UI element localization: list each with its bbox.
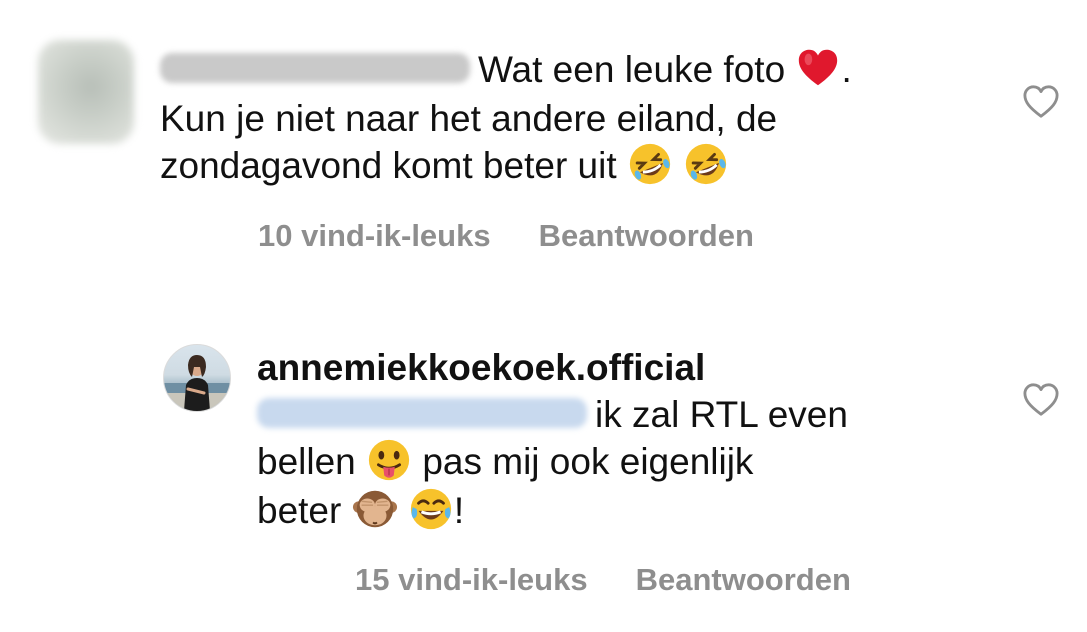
see-no-evil-monkey-emoji [352, 491, 397, 528]
comment-text: annemiekkoekoek.official ik zal RTL even… [257, 344, 977, 536]
tears-of-joy-emoji [410, 489, 452, 530]
comment-text-period: . [841, 49, 852, 90]
commenter-avatar[interactable] [38, 40, 134, 144]
heart-emoji [799, 50, 838, 86]
comment-text-line-1: Wat een leuke foto [478, 49, 786, 90]
username[interactable]: annemiekkoekoek.official [257, 347, 705, 388]
person-photo [164, 355, 230, 411]
comment-text-part-4: beter [257, 490, 342, 532]
comment-text-part-2: bellen [257, 441, 356, 482]
tongue-emoji [368, 440, 410, 481]
comment-meta: 10 vind-ik-leuks Beantwoorden [258, 218, 802, 254]
comment-text-line-2: Kun je niet naar het andere eiland, de [160, 98, 778, 140]
comment-text: Wat een leuke foto . Kun je niet naar he… [160, 46, 980, 191]
reply-button[interactable]: Beantwoorden [636, 562, 851, 597]
comment-text-line-3: zondagavond komt beter uit [160, 145, 617, 187]
comment-meta: 15 vind-ik-leuks Beantwoorden [355, 562, 899, 598]
rofl-emoji [686, 144, 727, 185]
commenter-avatar[interactable] [163, 344, 231, 412]
reply-button[interactable]: Beantwoorden [539, 218, 754, 253]
likes-count[interactable]: 10 vind-ik-leuks [258, 218, 491, 253]
comment-text-part-3: pas mij ook eigenlijk [422, 441, 754, 482]
rofl-emoji [629, 144, 671, 185]
comment-text-part-5: ! [453, 490, 465, 532]
likes-count[interactable]: 15 vind-ik-leuks [355, 562, 588, 597]
blurred-username[interactable] [160, 53, 470, 84]
heart-outline-icon[interactable] [1022, 382, 1060, 418]
mention-blurred[interactable] [257, 398, 587, 429]
heart-outline-icon[interactable] [1022, 84, 1060, 120]
comment-text-part-1: ik zal RTL even [595, 394, 848, 435]
